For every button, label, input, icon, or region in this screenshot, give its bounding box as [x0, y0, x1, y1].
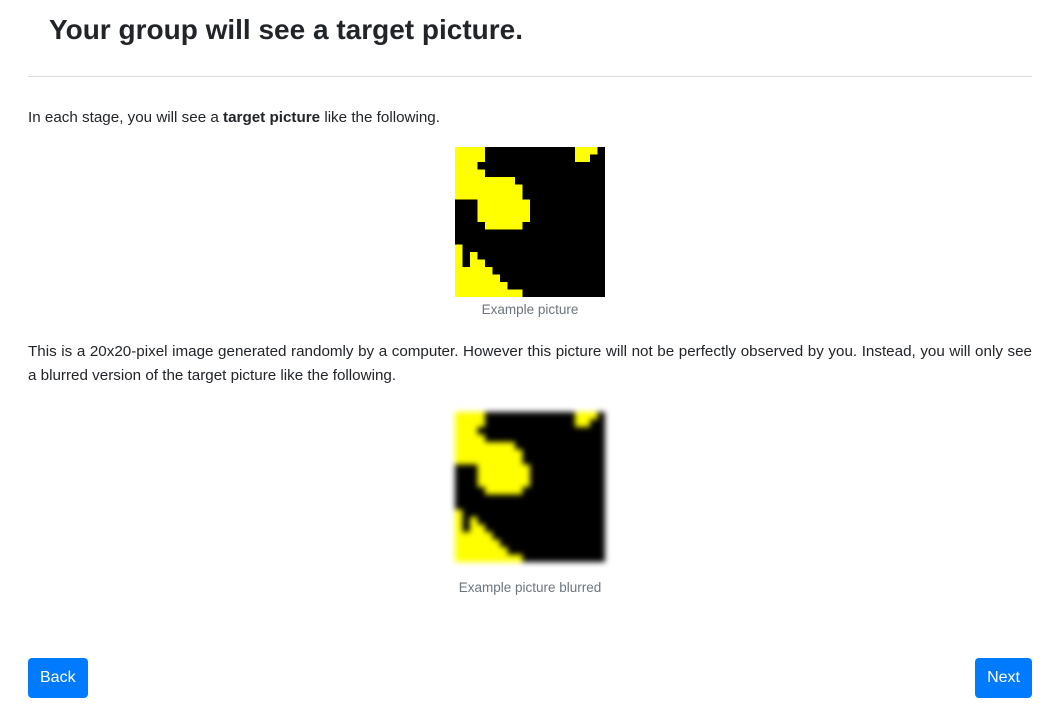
intro-paragraph: In each stage, you will see a target pic…: [28, 106, 440, 130]
next-button[interactable]: Next: [975, 658, 1032, 698]
example-picture: [455, 147, 605, 297]
page-title: Your group will see a target picture.: [49, 14, 524, 45]
description-paragraph: This is a 20x20-pixel image generated ra…: [28, 343, 1032, 384]
intro-text-bold: target picture: [223, 109, 321, 126]
example-picture-figure: Example picture: [430, 147, 630, 319]
blurred-picture-figure: Example picture blurred: [430, 412, 630, 597]
back-button[interactable]: Back: [28, 658, 88, 698]
example-picture-blurred: [455, 412, 605, 562]
blurred-picture-caption: Example picture blurred: [458, 580, 602, 595]
example-picture-caption: Example picture: [481, 302, 579, 317]
title-divider: [28, 76, 1032, 77]
intro-text-after: like the following.: [320, 109, 440, 126]
intro-text-before: In each stage, you will see a: [28, 109, 224, 126]
